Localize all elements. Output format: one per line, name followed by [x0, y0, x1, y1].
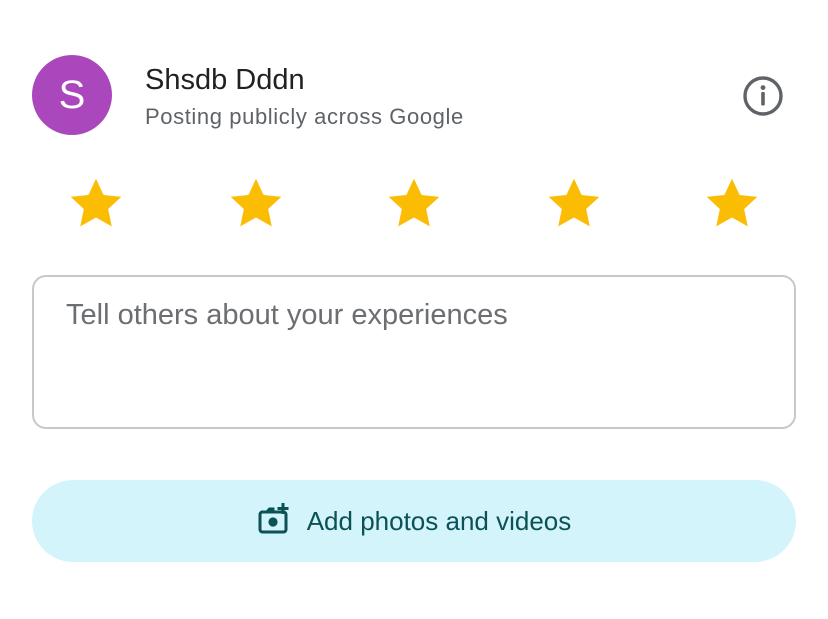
star-icon — [706, 178, 758, 227]
info-icon — [743, 76, 783, 116]
star-5-button[interactable] — [701, 172, 763, 234]
star-3-button[interactable] — [383, 172, 445, 234]
star-rating — [0, 172, 828, 236]
avatar: S — [32, 55, 112, 135]
star-4-button[interactable] — [543, 172, 605, 234]
star-2-button[interactable] — [225, 172, 287, 234]
star-icon — [388, 178, 440, 227]
star-icon — [70, 178, 122, 227]
info-button[interactable] — [742, 75, 784, 117]
avatar-initial: S — [58, 73, 86, 117]
posting-publicly-note: Posting publicly across Google — [145, 104, 464, 129]
review-text-field[interactable]: Tell others about your experiences — [32, 275, 796, 429]
add-photos-videos-label: Add photos and videos — [306, 505, 572, 536]
review-placeholder: Tell others about your experiences — [66, 299, 508, 331]
author-name: Shsdb Dddn — [145, 64, 305, 96]
add-photo-camera-icon — [257, 502, 291, 536]
add-photos-videos-button[interactable]: Add photos and videos — [32, 480, 796, 562]
star-icon — [548, 178, 600, 227]
star-icon — [230, 178, 282, 227]
star-1-button[interactable] — [65, 172, 127, 234]
